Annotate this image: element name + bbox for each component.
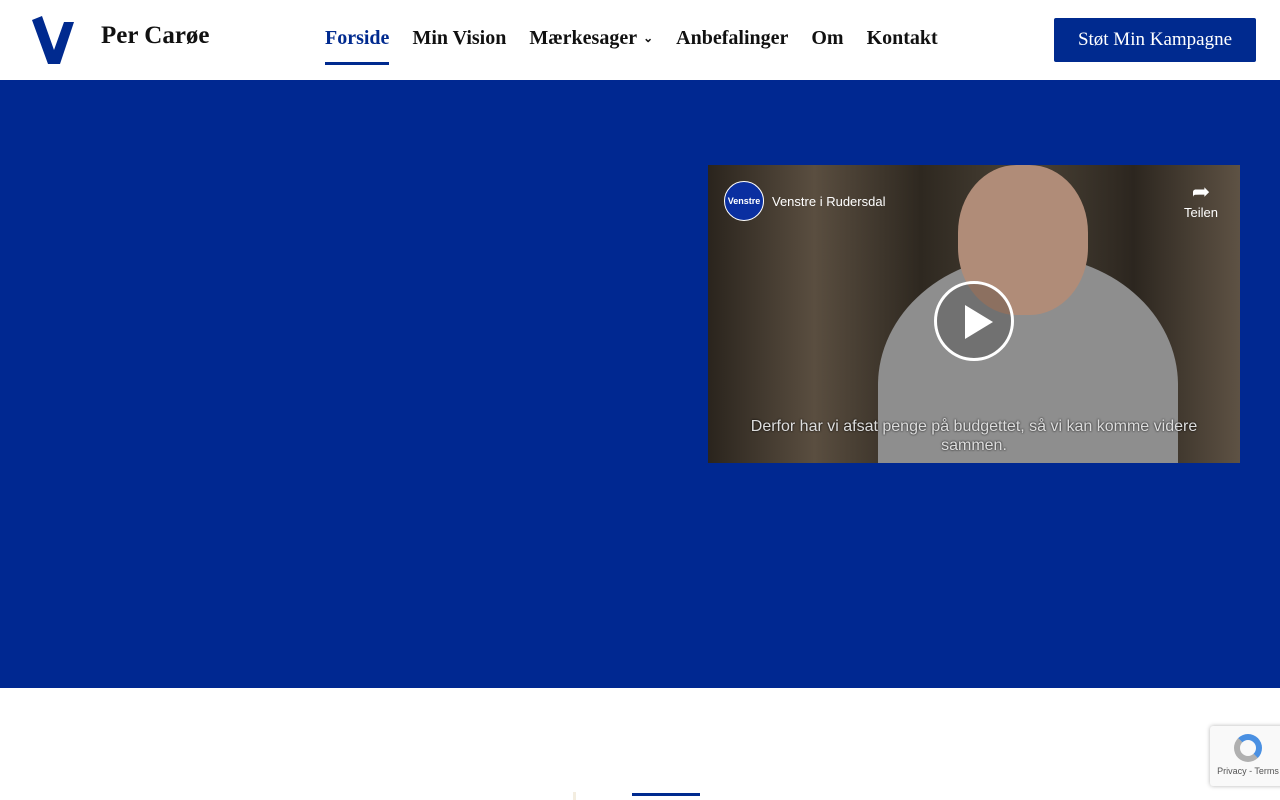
chevron-down-icon: ⌄ xyxy=(643,31,654,45)
video-channel[interactable]: Venstre Venstre i Rudersdal xyxy=(724,181,885,221)
share-icon: ➦ xyxy=(1191,179,1211,204)
share-label: Teilen xyxy=(1184,205,1218,220)
nav-label: Kontakt xyxy=(866,27,938,49)
support-campaign-button[interactable]: Støt Min Kampagne xyxy=(1054,18,1256,62)
main-nav: Forside Min Vision Mærkesager ⌄ Anbefalin… xyxy=(325,27,938,65)
site-brand[interactable]: Per Carøe xyxy=(101,22,210,50)
nav-label: Forside xyxy=(325,27,390,49)
recaptcha-links[interactable]: Privacy - Terms xyxy=(1210,766,1280,776)
nav-forside[interactable]: Forside xyxy=(325,27,390,65)
section-divider xyxy=(573,792,576,800)
nav-label: Anbefalinger xyxy=(676,27,789,49)
nav-anbefalinger[interactable]: Anbefalinger xyxy=(676,27,788,50)
nav-kontakt[interactable]: Kontakt xyxy=(867,27,938,50)
logo-v-icon[interactable] xyxy=(32,16,76,64)
nav-label: Mærkesager xyxy=(529,27,638,49)
nav-label: Om xyxy=(811,27,844,49)
channel-name: Venstre i Rudersdal xyxy=(772,193,886,209)
recaptcha-badge[interactable]: Privacy - Terms xyxy=(1210,726,1280,786)
channel-logo: Venstre xyxy=(724,181,764,221)
share-button[interactable]: ➦ Teilen xyxy=(1184,179,1218,220)
nav-om[interactable]: Om xyxy=(811,27,843,50)
nav-min-vision[interactable]: Min Vision xyxy=(412,27,506,50)
video-embed[interactable]: Venstre Venstre i Rudersdal ➦ Teilen Der… xyxy=(708,165,1240,463)
play-button[interactable] xyxy=(934,281,1014,361)
recaptcha-icon xyxy=(1234,734,1262,762)
video-subtitle: Derfor har vi afsat penge på budgettet, … xyxy=(750,418,1198,454)
site-header: Per Carøe Forside Min Vision Mærkesager ⌄… xyxy=(0,0,1280,80)
nav-label: Min Vision xyxy=(412,27,507,49)
nav-maerkesager[interactable]: Mærkesager ⌄ xyxy=(529,27,653,50)
accent-line xyxy=(632,793,700,796)
